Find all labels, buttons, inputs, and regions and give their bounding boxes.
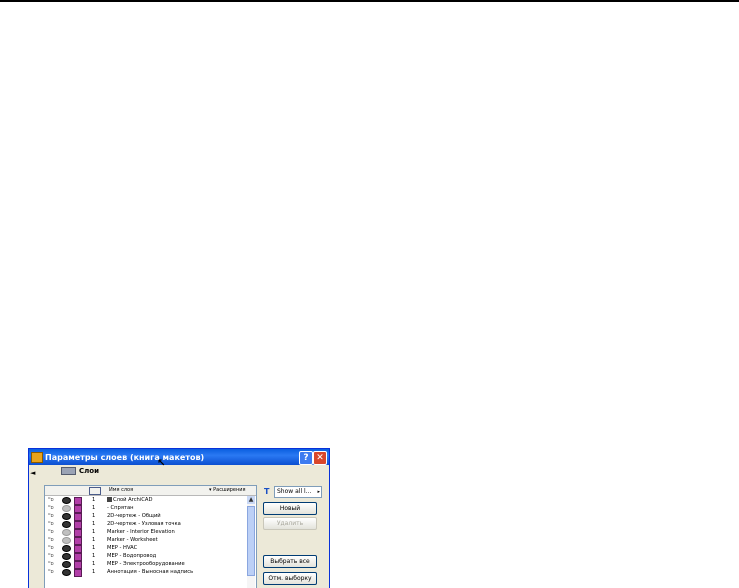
layer-name: Marker - Worksheet [107,536,158,544]
layers-section-header: Слои [61,467,99,475]
layer-name: - Спрятан [107,504,134,512]
layer-rows: ᴼɒ 1 Слой ArchiCAD ᴼɒ 1 - Спрятан ᴼɒ 1 2D-чертеж… [45,496,256,577]
layer-name-text: Marker - Worksheet [107,537,158,543]
layer-row[interactable]: ᴼɒ 1 Слой ArchiCAD [45,496,256,505]
intersection-group-number: 1 [92,521,96,527]
collapse-panel-icon[interactable]: ◄ [30,469,35,477]
layer-name: Аннотация - Выносная надпись [107,568,193,576]
intersection-group-number: 1 [92,545,96,551]
layer-name-text: 2D-чертеж - Узловая точка [107,521,181,527]
delete-layer-button[interactable]: Удалить [263,517,317,530]
lock-icon[interactable]: ᴼɒ [48,512,54,520]
special-layer-icon [107,497,112,502]
visibility-eye-icon[interactable] [62,529,71,536]
filter-icon[interactable]: T [264,487,269,496]
layer-row[interactable]: ᴼɒ 1 MEP - Электрооборудование [45,560,256,569]
intersection-group-number: 1 [92,529,96,535]
visibility-eye-icon[interactable] [62,561,71,568]
intersection-group-number: 1 [92,497,96,503]
select-all-button[interactable]: Выбрать все [263,555,317,568]
top-border-line [0,0,739,2]
layer-settings-dialog: Параметры слоев (книга макетов) ↖ ? ✕ ◄ … [28,448,330,588]
mouse-cursor-icon: ↖ [157,458,166,469]
dialog-title: Параметры слоев (книга макетов) [45,452,205,462]
intersection-group-number: 1 [92,537,96,543]
new-layer-button[interactable]: Новый [263,502,317,515]
layer-name-text: Слой ArchiCAD [113,497,153,503]
layer-name: Слой ArchiCAD [107,496,152,504]
layer-name: Marker - Interior Elevation [107,528,175,536]
visibility-eye-icon[interactable] [62,545,71,552]
extensions-label: Расширения [213,487,246,493]
lock-icon[interactable]: ᴼɒ [48,520,54,528]
layer-row[interactable]: ᴼɒ 1 MEP - Водопровод [45,552,256,561]
lock-icon[interactable]: ᴼɒ [48,544,54,552]
layer-list[interactable]: Имя слоя ▾ Расширения ᴼɒ 1 Слой ArchiCAD ᴼɒ… [44,485,257,588]
intersection-group-number: 1 [92,513,96,519]
visibility-eye-icon[interactable] [62,553,71,560]
lock-icon[interactable]: ᴼɒ [48,568,54,576]
pen-icon[interactable] [74,569,82,577]
lock-icon[interactable]: ᴼɒ [48,528,54,536]
list-header: Имя слоя ▾ Расширения [45,486,256,496]
layer-name: 2D-чертеж - Узловая точка [107,520,181,528]
layer-name-text: MEP - Электрооборудование [107,561,185,567]
dropdown-arrow-icon: ▸ [317,489,320,495]
scroll-up-arrow-icon[interactable]: ▲ [247,496,255,504]
layer-name-text: Аннотация - Выносная надпись [107,569,194,575]
layer-row[interactable]: ᴼɒ 1 2D-чертеж - Узловая точка [45,520,256,529]
lock-icon[interactable]: ᴼɒ [48,536,54,544]
layer-row[interactable]: ᴼɒ 1 Marker - Interior Elevation [45,528,256,537]
scroll-thumb[interactable] [247,506,255,576]
filter-select[interactable]: Show all l... ▸ [274,486,322,498]
visibility-eye-icon[interactable] [62,537,71,544]
layer-name: MEP - Водопровод [107,552,156,560]
intersection-group-icon[interactable] [89,487,101,495]
intersection-group-number: 1 [92,561,96,567]
visibility-eye-icon[interactable] [62,521,71,528]
layer-name: 2D-чертеж - Общий [107,512,161,520]
layers-icon [61,467,76,475]
layer-row[interactable]: ᴼɒ 1 - Спрятан [45,504,256,513]
app-icon [31,451,43,463]
visibility-eye-icon[interactable] [62,569,71,576]
intersection-group-number: 1 [92,553,96,559]
dialog-titlebar[interactable]: Параметры слоев (книга макетов) ↖ ? ✕ [29,449,329,469]
layer-name: MEP - HVAC [107,544,137,552]
lock-icon[interactable]: ᴼɒ [48,552,54,560]
layer-row[interactable]: ᴼɒ 1 2D-чертеж - Общий [45,512,256,521]
column-header-layer-name[interactable]: Имя слоя [109,487,133,493]
layer-row[interactable]: ᴼɒ 1 Аннотация - Выносная надпись [45,568,256,577]
intersection-group-number: 1 [92,505,96,511]
filter-value: Show all l... [277,488,312,495]
close-button[interactable]: ✕ [313,451,327,465]
lock-icon[interactable]: ᴼɒ [48,560,54,568]
layer-name-text: Marker - Interior Elevation [107,529,175,535]
visibility-eye-icon[interactable] [62,505,71,512]
layer-row[interactable]: ᴼɒ 1 MEP - HVAC [45,544,256,553]
list-scrollbar[interactable]: ▲ [247,496,255,588]
layer-name-text: MEP - HVAC [107,545,138,551]
help-button[interactable]: ? [299,451,313,465]
column-header-extensions[interactable]: ▾ Расширения [209,487,246,493]
layer-row[interactable]: ᴼɒ 1 Marker - Worksheet [45,536,256,545]
visibility-eye-icon[interactable] [62,513,71,520]
layer-name-text: 2D-чертеж - Общий [107,513,161,519]
deselect-button[interactable]: Отм. выборку [263,572,317,585]
layers-label: Слои [79,467,99,475]
layer-name-text: - Спрятан [107,505,134,511]
lock-icon[interactable]: ᴼɒ [48,504,54,512]
intersection-group-number: 1 [92,569,96,575]
layer-name: MEP - Электрооборудование [107,560,185,568]
visibility-eye-icon[interactable] [62,497,71,504]
lock-icon[interactable]: ᴼɒ [48,496,54,504]
layer-name-text: MEP - Водопровод [107,553,157,559]
